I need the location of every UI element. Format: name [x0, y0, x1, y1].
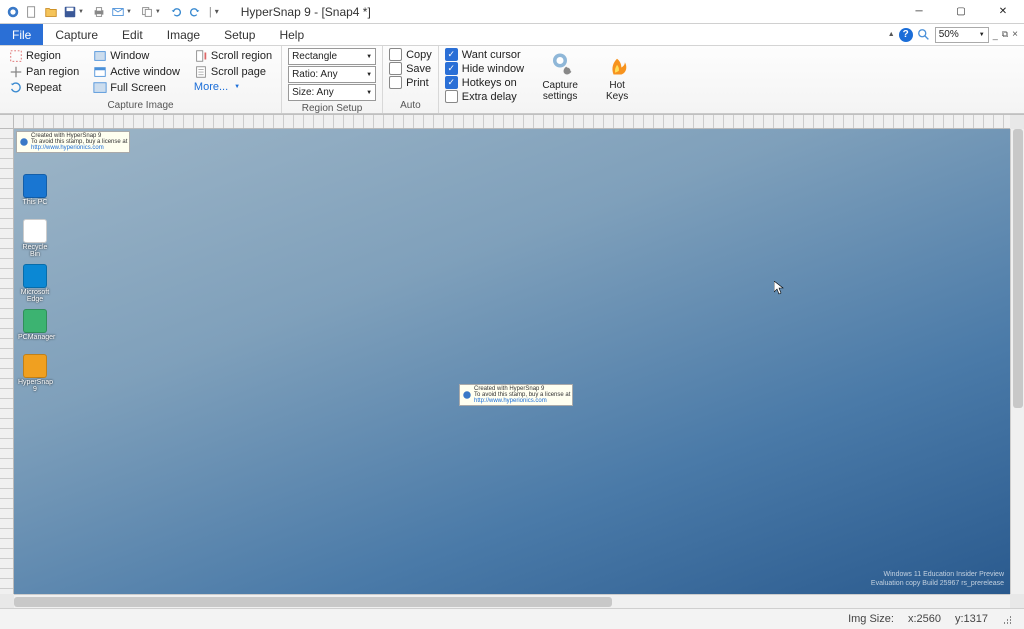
group-capture-image: Region Pan region Repeat Window Active w… — [0, 46, 282, 113]
status-y: y:1317 — [955, 613, 988, 625]
shape-combo[interactable]: Rectangle▼ — [288, 48, 376, 65]
minimize-ribbon-icon[interactable]: _ — [993, 30, 998, 40]
close-button[interactable]: ✕ — [982, 0, 1024, 24]
hide-window-check[interactable]: Hide window — [445, 62, 524, 76]
menu-help[interactable]: Help — [267, 24, 316, 45]
more-button[interactable]: More...▼ — [191, 80, 275, 94]
wallpaper-bloom — [293, 129, 1010, 594]
title-bar: ▼ ▼ ▼ | ▾ HyperSnap 9 - [Snap4 *] ─ ▢ ✕ — [0, 0, 1024, 24]
trial-stamp: Created with HyperSnap 9To avoid this st… — [16, 131, 130, 153]
chevron-down-icon[interactable]: ▼ — [155, 9, 161, 15]
app-icon[interactable] — [4, 3, 22, 21]
watermark-text: Windows 11 Education Insider Preview Eva… — [871, 571, 1004, 588]
hotkeys-check[interactable]: Hotkeys on — [445, 76, 524, 90]
status-img-size-label: Img Size: — [848, 613, 894, 625]
desktop-icon: Microsoft Edge — [18, 264, 52, 303]
desktop-icon: Recycle Bin — [18, 219, 52, 258]
window-controls: ─ ▢ ✕ — [898, 0, 1024, 24]
scrollbar-vertical[interactable] — [1010, 129, 1024, 594]
size-combo[interactable]: Size: Any▼ — [288, 84, 376, 101]
menu-capture[interactable]: Capture — [43, 24, 110, 45]
ruler-vertical[interactable] — [0, 129, 14, 594]
capture-settings-button[interactable]: Capture settings — [532, 48, 588, 104]
scrollbar-horizontal[interactable] — [14, 594, 1010, 608]
zoom-combo[interactable]: 50%▼ — [935, 27, 989, 43]
print-icon[interactable] — [90, 3, 108, 21]
full-screen-button[interactable]: Full Screen — [90, 80, 183, 96]
window-button[interactable]: Window — [90, 48, 183, 64]
ribbon: Region Pan region Repeat Window Active w… — [0, 46, 1024, 114]
repeat-button[interactable]: Repeat — [6, 80, 82, 96]
ruler-corner — [0, 115, 14, 129]
undo-icon[interactable] — [167, 3, 185, 21]
group-label: Capture Image — [6, 99, 275, 113]
window-title: HyperSnap 9 - [Snap4 *] — [223, 5, 898, 19]
group-label: Auto — [389, 99, 432, 113]
status-x: x:2560 — [908, 613, 941, 625]
search-icon[interactable] — [917, 28, 931, 42]
group-auto: Copy Save Print Auto — [383, 46, 439, 113]
want-cursor-check[interactable]: Want cursor — [445, 48, 524, 62]
scroll-region-button[interactable]: Scroll region — [191, 48, 275, 64]
trial-stamp-nested: Created with HyperSnap 9To avoid this st… — [459, 384, 573, 406]
chevron-down-icon[interactable]: ▼ — [78, 9, 84, 15]
resize-grip-icon[interactable] — [1002, 613, 1014, 625]
group-region-setup: Rectangle▼ Ratio: Any▼ Size: Any▼ Region… — [282, 46, 383, 113]
close-doc-icon[interactable]: × — [1012, 29, 1018, 40]
auto-copy-check[interactable]: Copy — [389, 48, 432, 62]
new-icon[interactable] — [23, 3, 41, 21]
desktop-icon: PCManager — [18, 309, 52, 341]
save-icon[interactable] — [61, 3, 79, 21]
dropdown-arrow-icon[interactable]: ▲ — [888, 31, 895, 38]
menu-setup[interactable]: Setup — [212, 24, 267, 45]
hot-keys-button[interactable]: Hot Keys — [596, 48, 638, 104]
maximize-button[interactable]: ▢ — [940, 0, 982, 24]
region-button[interactable]: Region — [6, 48, 82, 64]
scroll-page-button[interactable]: Scroll page — [191, 64, 275, 80]
canvas-area: This PC Recycle Bin Microsoft Edge PCManage… — [0, 114, 1024, 608]
menu-image[interactable]: Image — [155, 24, 212, 45]
auto-save-check[interactable]: Save — [389, 62, 432, 76]
ruler-horizontal[interactable] — [14, 115, 1010, 129]
chevron-down-icon[interactable]: ▼ — [126, 9, 132, 15]
quick-access-toolbar: ▼ ▼ ▼ | ▾ — [0, 3, 223, 21]
copy-icon[interactable] — [138, 3, 156, 21]
ratio-combo[interactable]: Ratio: Any▼ — [288, 66, 376, 83]
menu-edit[interactable]: Edit — [110, 24, 155, 45]
pan-region-button[interactable]: Pan region — [6, 64, 82, 80]
restore-window-icon[interactable]: ⧉ — [1002, 29, 1008, 40]
help-icon[interactable]: ? — [899, 28, 913, 42]
menu-file[interactable]: File — [0, 24, 43, 45]
group-options: Want cursor Hide window Hotkeys on Extra… — [439, 46, 644, 113]
extra-delay-check[interactable]: Extra delay — [445, 90, 524, 104]
open-icon[interactable] — [42, 3, 60, 21]
cursor-icon — [774, 281, 784, 295]
status-bar: Img Size: x:2560 y:1317 — [0, 608, 1024, 629]
desktop-icon: This PC — [18, 174, 52, 206]
minimize-button[interactable]: ─ — [898, 0, 940, 24]
active-window-button[interactable]: Active window — [90, 64, 183, 80]
image-viewport[interactable]: This PC Recycle Bin Microsoft Edge PCManage… — [14, 129, 1010, 594]
menu-bar: File Capture Edit Image Setup Help ▲ ? 5… — [0, 24, 1024, 46]
desktop-icon: HyperSnap 9 — [18, 354, 52, 393]
auto-print-check[interactable]: Print — [389, 76, 432, 90]
qat-customize-icon[interactable]: ▾ — [215, 7, 219, 16]
captured-image: This PC Recycle Bin Microsoft Edge PCManage… — [14, 129, 1010, 594]
email-icon[interactable] — [109, 3, 127, 21]
zoom-value: 50% — [939, 29, 959, 40]
redo-icon[interactable] — [186, 3, 204, 21]
